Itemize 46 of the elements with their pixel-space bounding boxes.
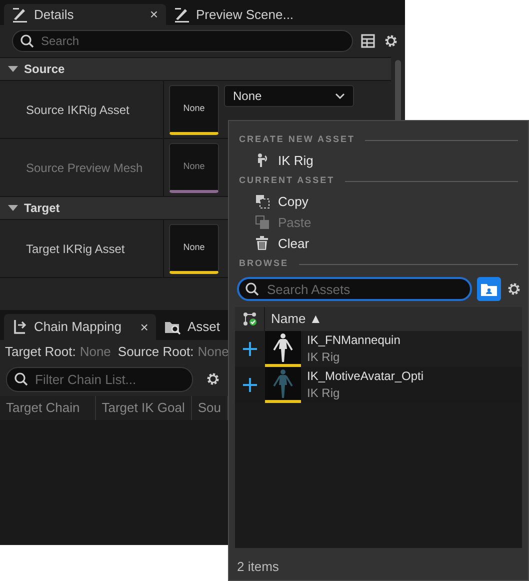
chain-mapping-icon	[12, 319, 28, 335]
plus-icon[interactable]	[243, 378, 257, 392]
settings-icon[interactable]	[506, 281, 522, 297]
expanded-arrow-icon	[8, 204, 18, 212]
asset-name: IK_FNMannequin	[307, 332, 400, 349]
panel-tab[interactable]: Asset	[156, 314, 228, 340]
panel-tab[interactable]: Preview Scene...	[166, 4, 302, 25]
asset-thumbnail[interactable]: None	[169, 224, 219, 274]
panel-tab[interactable]: Details ×	[4, 4, 166, 25]
folder-button[interactable]	[477, 277, 501, 301]
expanded-arrow-icon	[8, 65, 18, 73]
table-icon[interactable]	[361, 34, 375, 48]
folder-icon	[481, 282, 497, 296]
root-label: Target Root:	[5, 343, 76, 361]
asset-search-field[interactable]: Search Assets	[237, 277, 472, 301]
copy-icon	[255, 194, 270, 209]
root-value: None	[80, 343, 111, 361]
chevron-down-icon	[335, 93, 345, 99]
menu-item[interactable]: IK Rig	[229, 150, 528, 171]
root-value: None	[198, 343, 228, 361]
trash-icon	[255, 236, 270, 251]
menu-item[interactable]: Clear	[229, 233, 528, 254]
pencil-icon	[174, 6, 190, 23]
section-header[interactable]: Source	[0, 57, 391, 80]
panel-tab[interactable]: Chain Mapping ×	[4, 314, 156, 340]
menu-section-heading: BROWSE	[229, 254, 528, 274]
asset-type: IK Rig	[307, 385, 341, 402]
settings-icon[interactable]	[383, 33, 399, 49]
filter-field[interactable]: Filter Chain List...	[6, 366, 193, 392]
paste-icon	[255, 215, 270, 230]
rig-icon	[255, 153, 270, 168]
asset-type: IK Rig	[307, 349, 341, 366]
search-field[interactable]: Search	[12, 30, 353, 52]
asset-dropdown[interactable]: None	[224, 85, 354, 107]
column-header[interactable]: Name ▲	[265, 309, 322, 329]
menu-section-heading: CREATE NEW ASSET	[229, 130, 528, 150]
asset-thumbnail[interactable]: None	[169, 85, 219, 135]
asset-name: IK_MotiveAvatar_Opti	[307, 368, 424, 385]
pencil-icon	[12, 6, 28, 23]
filter-icon[interactable]	[242, 312, 256, 326]
plus-icon[interactable]	[243, 342, 257, 356]
settings-icon[interactable]	[205, 371, 221, 387]
folder-search-icon	[164, 319, 182, 335]
root-label: Source Root:	[118, 343, 194, 361]
menu-section-heading: CURRENT ASSET	[229, 171, 528, 191]
item-count: 2 items	[237, 558, 279, 574]
